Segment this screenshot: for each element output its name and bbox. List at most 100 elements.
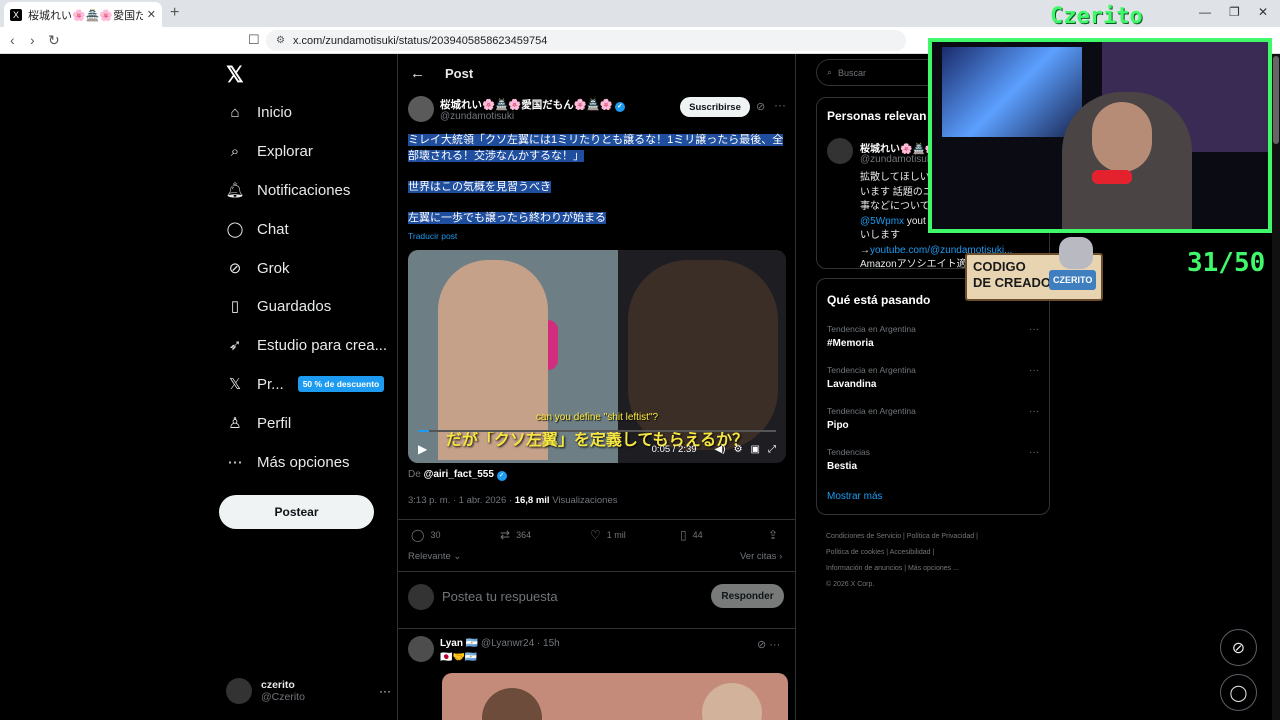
nav-item-chat[interactable]: ◯ Chat: [226, 217, 289, 241]
trend-item[interactable]: Tendencias Bestia ···: [827, 447, 1041, 472]
nav-item-inicio[interactable]: ⌂ Inicio: [226, 100, 292, 124]
tab-title: 桜城れい🌸🏯🌸愛国だもん🌸: [28, 9, 143, 22]
streamer-name-overlay: Czerito: [1050, 4, 1143, 29]
nav-item-grok[interactable]: ⊘ Grok: [226, 256, 290, 280]
minimize-icon[interactable]: —: [1199, 5, 1211, 19]
avatar[interactable]: [827, 138, 853, 164]
back-arrow-icon[interactable]: ‹: [10, 32, 15, 48]
avatar: [226, 678, 252, 704]
url-text: x.com/zundamotisuki/status/2039405858623…: [292, 34, 548, 47]
rocket-icon: ➶: [228, 337, 242, 354]
nav-item-premium[interactable]: 𝕏 Pr... 50 % de descuento: [226, 372, 385, 396]
bookmark-star-icon[interactable]: ☐: [248, 32, 260, 48]
scrollbar[interactable]: [1272, 54, 1280, 720]
account-switcher[interactable]: czerito @Czerito ···: [226, 674, 391, 708]
nav-label: Explorar: [257, 142, 313, 160]
reply-input[interactable]: Postea tu respuesta: [442, 589, 558, 604]
trend-item[interactable]: Tendencia en Argentina #Memoria ···: [827, 324, 1041, 349]
reload-icon[interactable]: ↻: [48, 32, 60, 49]
more-icon[interactable]: ···: [1029, 365, 1039, 376]
person-handle[interactable]: @zundamotisuki: [860, 154, 934, 165]
post-button[interactable]: Postear: [219, 495, 374, 529]
new-tab-button[interactable]: +: [170, 4, 179, 22]
subscribe-button[interactable]: Suscribirse: [680, 97, 750, 117]
nav-item-mas-opciones[interactable]: ⋯ Más opciones: [226, 450, 350, 474]
verified-icon: ✓: [496, 471, 507, 481]
x-logo-icon[interactable]: 𝕏: [226, 62, 244, 88]
more-icon[interactable]: ···: [379, 684, 391, 698]
views-label: Visualizaciones: [552, 495, 618, 506]
post-paragraph: 世界はこの気概を見習うべき: [408, 181, 551, 193]
reply-button[interactable]: ◯ 30: [411, 528, 440, 542]
source-account[interactable]: @airi_fact_555: [424, 469, 494, 480]
share-icon: ⇪: [768, 528, 779, 542]
chevron-down-icon: ⌄: [453, 551, 462, 562]
bookmark-icon: ▯: [230, 298, 240, 315]
x-premium-icon: 𝕏: [228, 376, 242, 393]
repost-button[interactable]: ⇄ 364: [500, 528, 531, 542]
author-handle[interactable]: @zundamotisuki: [440, 111, 514, 122]
nav-item-estudio[interactable]: ➶ Estudio para crea...: [226, 333, 387, 357]
chat-icon: ◯: [226, 221, 244, 238]
page-title: Post: [445, 65, 474, 81]
author-name[interactable]: 桜城れい🌸🏯🌸愛国だもん🌸🏯🌸 ✓: [440, 97, 625, 112]
reply-submit-button[interactable]: Responder: [711, 584, 784, 608]
bio-mention-link[interactable]: @5Wpmx: [860, 216, 904, 227]
more-icon[interactable]: ···: [1029, 406, 1039, 417]
trend-item[interactable]: Tendencia en Argentina Lavandina ···: [827, 365, 1041, 390]
left-navigation: 𝕏 ⌂ Inicio ⌕ Explorar 🔔︎ Notificaciones …: [218, 54, 398, 720]
more-icon[interactable]: ···: [774, 98, 786, 112]
grok-fab-button[interactable]: ⊘: [1220, 629, 1257, 666]
nav-label: Más opciones: [257, 453, 350, 471]
play-icon[interactable]: ▶: [418, 442, 427, 456]
more-icon[interactable]: ···: [1029, 324, 1039, 335]
views-count: 16,8 mil: [514, 495, 550, 506]
footer-links[interactable]: Condiciones de Servicio | Política de Pr…: [826, 529, 1046, 593]
avatar[interactable]: [408, 96, 434, 122]
reply-image[interactable]: [442, 673, 788, 720]
discount-badge: 50 % de descuento: [297, 376, 385, 392]
show-more-link[interactable]: Mostrar más: [827, 491, 883, 502]
video-player[interactable]: can you define "shit leftist"? だが「クソ左翼」を…: [408, 250, 786, 463]
site-info-icon[interactable]: ⚙: [276, 35, 285, 46]
nav-label: Notificaciones: [257, 181, 351, 199]
bookmark-button[interactable]: ▯ 44: [680, 528, 703, 542]
avatar[interactable]: [408, 636, 434, 662]
video-progress-bar[interactable]: [418, 430, 776, 432]
view-quotes-link[interactable]: Ver citas ›: [740, 551, 782, 562]
url-field[interactable]: ⚙ x.com/zundamotisuki/status/20394058586…: [266, 30, 906, 51]
nav-label: Estudio para crea...: [257, 336, 388, 354]
tab-close-icon[interactable]: ✕: [147, 8, 156, 21]
pip-icon[interactable]: ▣: [751, 444, 760, 455]
sort-dropdown[interactable]: Relevante ⌄: [408, 551, 461, 562]
share-button[interactable]: ⇪: [768, 528, 784, 542]
nav-item-perfil[interactable]: ♙ Perfil: [226, 411, 291, 435]
like-button[interactable]: ♡ 1 mil: [590, 528, 626, 542]
nav-label: Perfil: [257, 414, 292, 432]
nav-item-notificaciones[interactable]: 🔔︎ Notificaciones: [225, 178, 351, 202]
nav-label: Chat: [257, 220, 289, 238]
reply-text: 🇯🇵🤝🇦🇷: [440, 652, 478, 663]
chat-icon: ◯: [1229, 684, 1248, 702]
back-arrow-icon[interactable]: ←: [410, 65, 425, 82]
reply-icon: ◯: [411, 528, 425, 542]
grok-icon[interactable]: ⊘: [756, 100, 765, 113]
forward-arrow-icon[interactable]: ›: [30, 32, 35, 48]
nav-item-guardados[interactable]: ▯ Guardados: [226, 294, 331, 318]
fullscreen-icon[interactable]: ⤢: [768, 444, 776, 455]
close-window-icon[interactable]: ✕: [1258, 5, 1268, 19]
trend-item[interactable]: Tendencia en Argentina Pipo ···: [827, 406, 1041, 431]
bell-icon: 🔔︎: [225, 182, 245, 199]
grok-icon[interactable]: ⊘ ···: [757, 638, 780, 651]
restore-icon[interactable]: ❐: [1229, 5, 1240, 19]
messages-fab-button[interactable]: ◯: [1220, 674, 1257, 711]
translate-link[interactable]: Traducir post: [408, 231, 457, 241]
browser-tab[interactable]: X 桜城れい🌸🏯🌸愛国だもん🌸 ✕: [4, 2, 162, 27]
settings-icon[interactable]: ⚙: [734, 444, 743, 455]
person-name[interactable]: 桜城れい🌸🏯🌸: [860, 140, 937, 155]
volume-icon[interactable]: ◀): [715, 444, 726, 455]
post-paragraph: 左翼に一歩でも譲ったら終わりが始まる: [408, 212, 606, 224]
timestamp[interactable]: 3:13 p. m. · 1 abr. 2026 ·: [408, 495, 512, 506]
nav-item-explorar[interactable]: ⌕ Explorar: [226, 139, 313, 163]
more-icon[interactable]: ···: [1029, 447, 1039, 458]
